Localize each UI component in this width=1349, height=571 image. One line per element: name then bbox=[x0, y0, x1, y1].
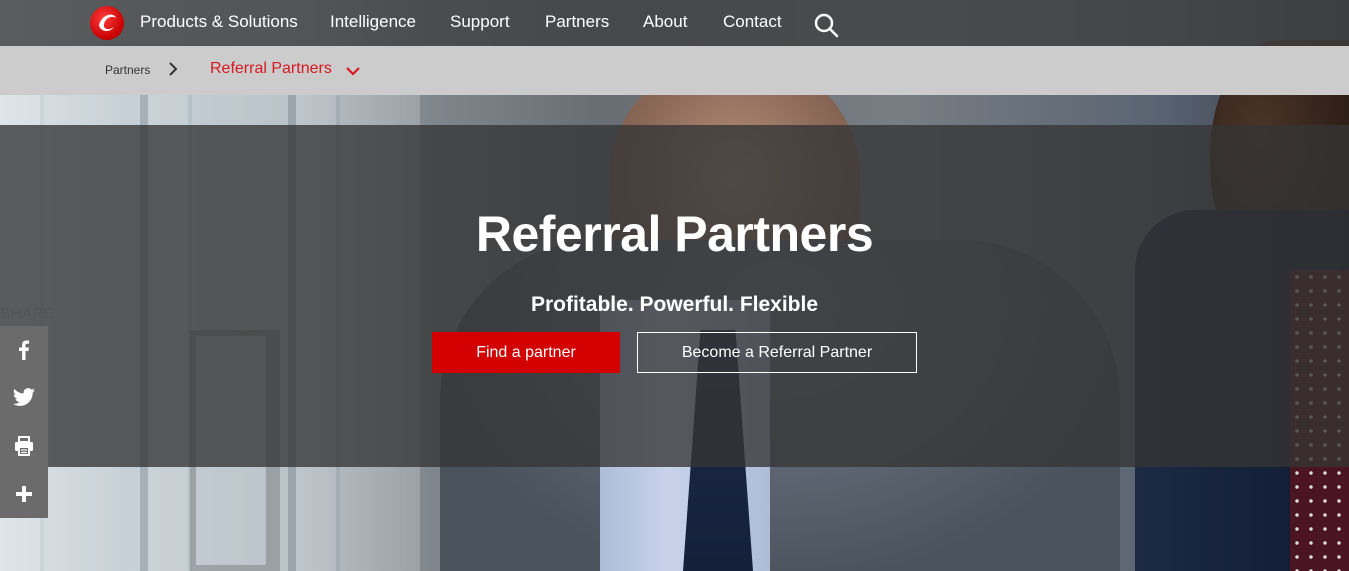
nav-contact[interactable]: Contact bbox=[723, 12, 782, 32]
share-label: SHARE bbox=[0, 305, 55, 322]
become-referral-partner-button[interactable]: Become a Referral Partner bbox=[637, 332, 917, 373]
share-sidebar bbox=[0, 326, 48, 518]
share-facebook-button[interactable] bbox=[0, 326, 48, 374]
plus-icon bbox=[16, 486, 32, 502]
logo-swoosh-icon bbox=[99, 14, 116, 31]
nav-products-solutions[interactable]: Products & Solutions bbox=[140, 12, 298, 32]
facebook-icon bbox=[19, 340, 30, 360]
nav-intelligence[interactable]: Intelligence bbox=[330, 12, 416, 32]
chevron-down-icon[interactable] bbox=[345, 65, 361, 77]
search-icon[interactable] bbox=[813, 12, 839, 38]
top-navigation: Products & Solutions Intelligence Suppor… bbox=[0, 0, 1349, 46]
twitter-icon bbox=[13, 388, 35, 406]
share-more-button[interactable] bbox=[0, 470, 48, 518]
breadcrumb-partners-link[interactable]: Partners bbox=[105, 63, 150, 77]
breadcrumb: Partners Referral Partners bbox=[0, 46, 1349, 95]
chevron-right-icon bbox=[169, 62, 178, 76]
nav-about[interactable]: About bbox=[643, 12, 687, 32]
trend-micro-logo[interactable] bbox=[90, 6, 124, 40]
hero-subtitle: Profitable. Powerful. Flexible bbox=[530, 293, 819, 316]
nav-partners[interactable]: Partners bbox=[545, 12, 609, 32]
nav-support[interactable]: Support bbox=[450, 12, 510, 32]
page-title: Referral Partners bbox=[475, 206, 874, 262]
breadcrumb-current-page[interactable]: Referral Partners bbox=[210, 60, 332, 78]
print-icon bbox=[15, 436, 33, 456]
share-print-button[interactable] bbox=[0, 422, 48, 470]
find-partner-button[interactable]: Find a partner bbox=[432, 332, 620, 373]
share-twitter-button[interactable] bbox=[0, 374, 48, 422]
